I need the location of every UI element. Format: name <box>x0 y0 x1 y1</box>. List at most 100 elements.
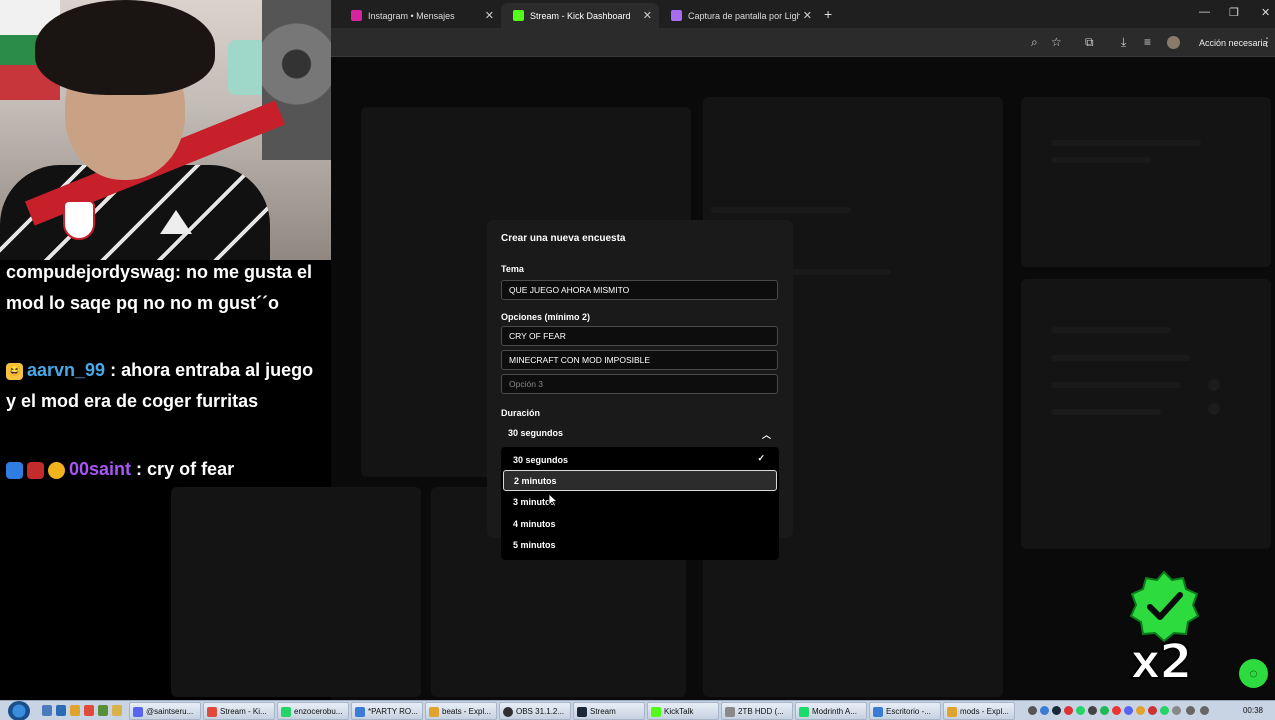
tab-kick-dashboard[interactable]: Stream - Kick Dashboard ✕ <box>501 3 659 28</box>
option-2-input[interactable]: MINECRAFT CON MOD IMPOSIBLE <box>501 350 778 370</box>
taskbar-item[interactable]: Stream - Ki... <box>203 702 275 720</box>
chrome-icon[interactable] <box>84 705 94 716</box>
taskbar-label: KickTalk <box>664 706 694 716</box>
badge-one-icon <box>48 461 65 479</box>
option-1-input[interactable]: CRY OF FEAR <box>501 326 778 346</box>
volume-tray-icon[interactable] <box>1200 706 1209 715</box>
taskbar-item[interactable]: *PARTY RO... <box>351 702 423 720</box>
topic-label: Tema <box>501 264 524 274</box>
folder-icon <box>947 707 957 717</box>
taskbar-label: mods - Expl... <box>960 706 1009 716</box>
download-icon[interactable]: ⤓ <box>1121 35 1126 50</box>
network-tray-icon[interactable] <box>1186 706 1195 715</box>
spotify-tray-icon[interactable] <box>1100 706 1109 715</box>
action-line <box>1051 355 1191 361</box>
app-icon[interactable] <box>98 705 108 716</box>
tab-instagram[interactable]: Instagram • Mensajes ✕ <box>339 3 501 28</box>
modal-title: Crear una nueva encuesta <box>501 233 626 244</box>
steam-tray-icon[interactable] <box>1052 706 1061 715</box>
taskbar-label: beats - Expl... <box>442 706 491 716</box>
option-3-input[interactable]: Opción 3 <box>501 374 778 394</box>
taskbar-label: Stream <box>590 706 616 716</box>
verified-badge-icon <box>1129 570 1200 642</box>
duration-option[interactable]: 30 segundos ✓ <box>503 449 777 470</box>
minimize-icon[interactable]: — <box>1199 6 1210 18</box>
shield-tray-icon[interactable] <box>1064 706 1073 715</box>
info-line <box>1051 140 1201 146</box>
discord-tray-icon[interactable] <box>1124 706 1133 715</box>
start-button[interactable] <box>8 701 30 720</box>
action-line <box>1051 409 1161 415</box>
taskbar-item[interactable]: 2TB HDD (... <box>721 702 793 720</box>
chat-separator: : <box>105 360 117 380</box>
instagram-icon <box>351 10 362 21</box>
webcam-feed <box>0 0 331 260</box>
new-tab-button[interactable]: + <box>824 6 832 22</box>
settings-tray-icon[interactable] <box>1028 706 1037 715</box>
taskbar-item[interactable]: beats - Expl... <box>425 702 497 720</box>
taskbar-item[interactable]: OBS 31.1.2... <box>499 702 571 720</box>
taskbar-item[interactable]: enzocerobu... <box>277 702 349 720</box>
duration-option[interactable]: 3 minutos <box>503 491 777 512</box>
options-label: Opciones (mínimo 2) <box>501 312 591 322</box>
extensions-icon[interactable]: ⧉ <box>1085 35 1094 50</box>
chat-line <box>711 207 851 213</box>
duration-option[interactable]: 5 minutos <box>503 534 777 555</box>
duration-option[interactable]: 2 minutos <box>503 470 777 491</box>
whatsapp-tray-icon[interactable] <box>1076 706 1085 715</box>
taskbar-item[interactable]: @saintseru... <box>129 702 201 720</box>
flag-tray-icon[interactable] <box>1172 706 1181 715</box>
badge-boost-icon <box>6 461 23 479</box>
bluetooth-tray-icon[interactable] <box>1040 706 1049 715</box>
close-window-icon[interactable]: ✕ <box>1261 6 1270 19</box>
taskbar-clock[interactable]: 00:38 <box>1243 706 1263 715</box>
whatsapp-icon <box>281 707 291 717</box>
app3-tray-icon[interactable] <box>1148 706 1157 715</box>
chrome-icon <box>207 707 217 717</box>
taskbar-label: @saintseru... <box>146 706 194 716</box>
bookmark-star-icon[interactable]: ☆ <box>1051 35 1062 49</box>
option-label: 5 minutos <box>513 539 556 550</box>
taskbar-item[interactable]: Stream <box>573 702 645 720</box>
topic-input[interactable]: QUE JUEGO AHORA MISMITO <box>501 280 778 300</box>
action-line <box>1051 327 1171 333</box>
duration-option[interactable]: 4 minutos <box>503 513 777 534</box>
restore-icon[interactable]: ❐ <box>1229 6 1239 19</box>
folder-icon[interactable] <box>70 705 80 716</box>
app2-tray-icon[interactable] <box>1136 706 1145 715</box>
explorer-icon[interactable] <box>112 705 122 716</box>
streamer-hair <box>35 0 215 95</box>
taskbar-label: 2TB HDD (... <box>738 706 784 716</box>
chevron-up-icon: ︿ <box>761 430 771 440</box>
support-chat-button[interactable]: ◌ <box>1239 659 1268 688</box>
close-icon[interactable]: ✕ <box>485 9 494 22</box>
action-line <box>1051 382 1181 388</box>
app4-tray-icon[interactable] <box>1160 706 1169 715</box>
stream-info-panel <box>1021 97 1271 267</box>
taskbar-item[interactable]: Escritorio -... <box>869 702 941 720</box>
close-icon[interactable]: ✕ <box>803 9 812 22</box>
screen: compudejordyswag: no me gusta el mod lo … <box>0 0 1275 720</box>
zoom-icon[interactable]: ⌕ <box>1031 35 1038 50</box>
modrinth-icon <box>799 707 809 717</box>
record-tray-icon[interactable] <box>1112 706 1121 715</box>
tab-label: Instagram • Mensajes <box>368 10 455 21</box>
toggle-dot <box>1208 379 1220 391</box>
duration-select[interactable]: 30 segundos ︿ <box>501 423 778 443</box>
taskbar-item[interactable]: Modrinth A... <box>795 702 867 720</box>
ie-icon[interactable] <box>56 705 66 716</box>
browser-toolbar: ⌕ ☆ ⧉ ⤓ ≡ Acción necesaria ⋮ <box>331 28 1275 57</box>
taskbar-item[interactable]: KickTalk <box>647 702 719 720</box>
tab-lightshot[interactable]: Captura de pantalla por Lightshot ✕ <box>659 3 819 28</box>
menu-icon[interactable]: ⋮ <box>1261 35 1273 49</box>
app-tray-icon[interactable] <box>1088 706 1097 715</box>
taskbar-label: enzocerobu... <box>294 706 343 716</box>
close-icon[interactable]: ✕ <box>643 9 652 22</box>
windows-taskbar: @saintseru... Stream - Ki... enzocerobu.… <box>0 700 1275 720</box>
chat-username: compudejordyswag <box>6 262 176 282</box>
media-icon[interactable]: ≡ <box>1144 35 1151 49</box>
taskbar-item[interactable]: mods - Expl... <box>943 702 1015 720</box>
desktop-folder-icon <box>873 707 883 717</box>
desktop-icon[interactable] <box>42 705 52 716</box>
profile-avatar[interactable] <box>1167 36 1180 49</box>
